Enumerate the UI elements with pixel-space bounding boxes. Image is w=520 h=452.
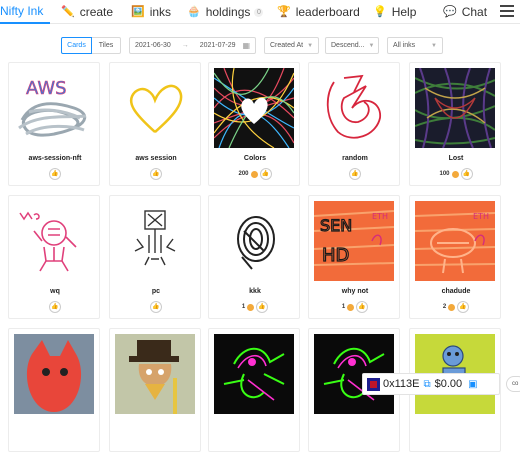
thumbs-up-icon[interactable]: 👍: [356, 301, 369, 313]
ink-price: 1: [241, 304, 246, 310]
thumbs-up-icon[interactable]: 👍: [49, 301, 61, 313]
ink-thumbnail[interactable]: ETH: [415, 201, 495, 281]
copy-icon[interactable]: ⧉: [424, 379, 431, 390]
ink-thumbnail[interactable]: [214, 68, 294, 148]
ink-thumbnail[interactable]: [14, 201, 94, 281]
ink-thumbnail[interactable]: [115, 68, 195, 148]
ink-card[interactable]: SEN HD ETH why not 1 👍: [308, 195, 400, 319]
wallet-balance: $0.00: [434, 378, 463, 390]
ink-name: Lost: [448, 155, 464, 162]
ink-card[interactable]: AWS aws-session-nft 👍: [8, 62, 100, 186]
thumbs-up-icon[interactable]: 👍: [150, 168, 162, 180]
coin-icon: [448, 303, 456, 311]
ink-price: 100: [439, 171, 450, 177]
ink-name: pc: [151, 288, 161, 295]
svg-text:ETH: ETH: [372, 212, 388, 221]
ink-card[interactable]: [208, 328, 300, 452]
thumbs-up-icon[interactable]: 👍: [49, 168, 61, 180]
ink-footer: 2 👍: [410, 301, 502, 313]
ink-card[interactable]: kkk 1 👍: [208, 195, 300, 319]
thumbs-up-icon[interactable]: 👍: [457, 301, 470, 313]
wallet-address[interactable]: 0x113E: [383, 378, 420, 390]
ink-footer: 1 👍: [209, 301, 301, 313]
ink-footer: 👍: [110, 301, 202, 313]
thumbs-up-icon[interactable]: 👍: [259, 168, 272, 180]
ink-price: 200: [238, 171, 249, 177]
thumbs-up-icon[interactable]: 👍: [460, 168, 473, 180]
account-avatar[interactable]: [367, 377, 380, 391]
connect-button[interactable]: co: [506, 376, 520, 392]
ink-name: Colors: [243, 155, 267, 162]
ink-name: random: [342, 155, 368, 162]
ink-price: 2: [442, 304, 447, 310]
ink-name: aws-session-nft: [28, 155, 82, 162]
thumbs-up-icon[interactable]: 👍: [349, 168, 361, 180]
ink-card[interactable]: random 👍: [308, 62, 400, 186]
svg-text:HD: HD: [322, 245, 349, 266]
thumbs-up-icon[interactable]: 👍: [150, 301, 162, 313]
ink-footer: 👍: [9, 301, 101, 313]
ink-card[interactable]: [8, 328, 100, 452]
coin-icon: [250, 170, 258, 178]
ink-footer: 100 👍: [410, 168, 502, 180]
ink-thumbnail[interactable]: [214, 334, 294, 414]
svg-text:SEN: SEN: [320, 216, 352, 235]
ink-footer: 1 👍: [309, 301, 401, 313]
ink-name: kkk: [249, 288, 261, 295]
ink-thumbnail[interactable]: AWS: [14, 68, 94, 148]
ink-price: 1: [341, 304, 346, 310]
ink-thumbnail[interactable]: [115, 201, 195, 281]
ink-thumbnail[interactable]: [214, 201, 294, 281]
coin-icon: [347, 303, 355, 311]
ink-thumbnail[interactable]: [14, 334, 94, 414]
ink-grid: AWS aws-session-nft 👍 aws session 👍 Colo…: [0, 0, 520, 452]
ink-thumbnail[interactable]: [415, 68, 495, 148]
ink-card[interactable]: Colors 200 👍: [208, 62, 300, 186]
coin-icon: [247, 303, 255, 311]
ink-card[interactable]: [109, 328, 201, 452]
ink-card[interactable]: ETH chadude 2 👍: [409, 195, 501, 319]
connect-button-label: co: [512, 381, 519, 387]
ink-footer: 👍: [309, 168, 401, 180]
wallet-widget: 0x113E ⧉ $0.00 ▣: [362, 373, 500, 395]
qr-code-icon[interactable]: ▣: [468, 379, 477, 390]
ink-thumbnail[interactable]: [115, 334, 195, 414]
ink-name: chadude: [441, 288, 471, 295]
ink-card[interactable]: wq 👍: [8, 195, 100, 319]
ink-card[interactable]: pc 👍: [109, 195, 201, 319]
ink-thumbnail[interactable]: SEN HD ETH: [314, 201, 394, 281]
thumbs-up-icon[interactable]: 👍: [256, 301, 269, 313]
ink-thumbnail[interactable]: [314, 68, 394, 148]
ink-footer: 👍: [9, 168, 101, 180]
ink-name: why not: [341, 288, 369, 295]
ink-name: wq: [50, 288, 60, 295]
ink-card[interactable]: Lost 100 👍: [409, 62, 501, 186]
ink-card[interactable]: aws session 👍: [109, 62, 201, 186]
svg-text:AWS: AWS: [26, 78, 67, 99]
svg-text:ETH: ETH: [473, 212, 489, 221]
coin-icon: [451, 170, 459, 178]
ink-footer: 200 👍: [209, 168, 301, 180]
ink-footer: 👍: [110, 168, 202, 180]
ink-name: aws session: [135, 155, 177, 162]
